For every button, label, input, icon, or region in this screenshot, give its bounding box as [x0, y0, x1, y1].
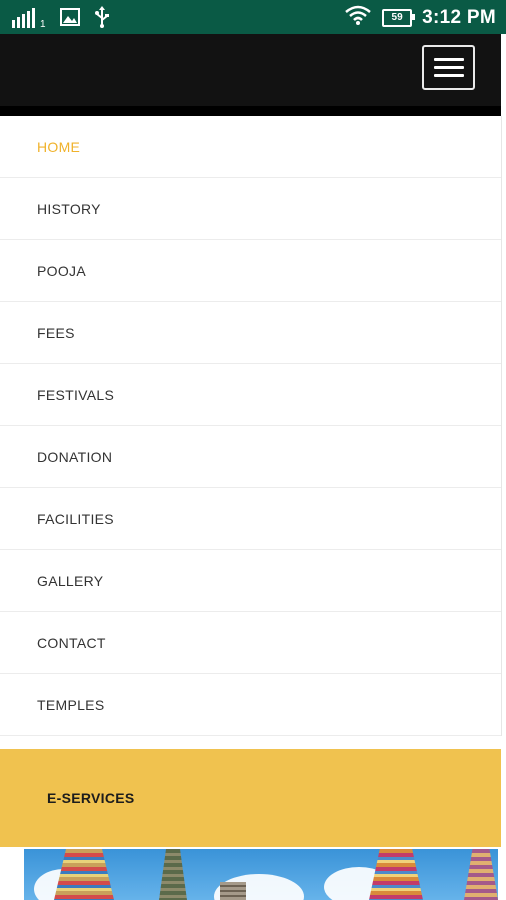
- wifi-icon: [344, 4, 372, 31]
- menu-item-gallery[interactable]: GALLERY: [0, 550, 501, 612]
- menu-item-facilities[interactable]: FACILITIES: [0, 488, 501, 550]
- menu-item-label: FEES: [37, 324, 75, 341]
- hamburger-menu-icon[interactable]: [422, 45, 475, 90]
- menu-item-pooja[interactable]: POOJA: [0, 240, 501, 302]
- menu-item-label: TEMPLES: [37, 696, 105, 713]
- menu-item-label: HISTORY: [37, 200, 101, 217]
- gopuram-left: [54, 849, 114, 900]
- top-navbar: [0, 34, 501, 107]
- gopuram-small: [220, 882, 246, 900]
- menu-item-label: POOJA: [37, 262, 86, 279]
- menu-item-label: HOME: [37, 138, 81, 155]
- signal-icon: 1: [12, 7, 46, 30]
- menu-item-label: GALLERY: [37, 572, 104, 589]
- battery-icon: 59: [382, 8, 416, 27]
- menu-item-label: FESTIVALS: [37, 386, 115, 403]
- temple-banner-image: [24, 849, 498, 900]
- usb-icon: [94, 6, 110, 33]
- menu-item-home[interactable]: HOME: [0, 116, 501, 178]
- menu-item-label: DONATION: [37, 448, 113, 465]
- image-icon: [59, 8, 80, 31]
- menu-item-e-services[interactable]: E-SERVICES: [0, 749, 501, 847]
- notification-icons: 1: [12, 6, 110, 33]
- sim-number: 1: [40, 18, 46, 30]
- menu-item-label: CONTACT: [37, 634, 106, 651]
- gopuram-center: [159, 849, 187, 900]
- e-services-label: E-SERVICES: [47, 790, 135, 806]
- nav-menu: HOME HISTORY POOJA FEES FESTIVALS DONATI…: [0, 116, 502, 736]
- battery-level: 59: [391, 12, 403, 23]
- clock: 3:12 PM: [422, 6, 496, 28]
- navbar-bottom-edge: [0, 106, 501, 116]
- gopuram-far-right: [464, 849, 498, 900]
- menu-item-label: FACILITIES: [37, 510, 114, 527]
- gopuram-right: [369, 849, 423, 900]
- menu-item-history[interactable]: HISTORY: [0, 178, 501, 240]
- system-indicators: 59 3:12 PM: [344, 4, 496, 31]
- menu-item-temples[interactable]: TEMPLES: [0, 674, 501, 736]
- menu-item-festivals[interactable]: FESTIVALS: [0, 364, 501, 426]
- menu-item-donation[interactable]: DONATION: [0, 426, 501, 488]
- status-bar: 1 59 3:12 PM: [0, 0, 506, 34]
- menu-item-fees[interactable]: FEES: [0, 302, 501, 364]
- menu-item-contact[interactable]: CONTACT: [0, 612, 501, 674]
